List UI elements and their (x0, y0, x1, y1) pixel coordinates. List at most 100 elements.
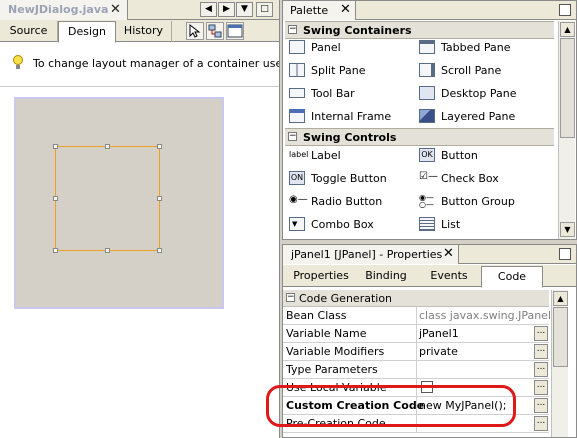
layered-pane-icon (419, 109, 435, 123)
scroll-left-button[interactable]: ◀ (200, 2, 217, 17)
desktop-pane-icon (419, 86, 435, 100)
property-value[interactable]: jPanel1 (419, 327, 459, 340)
resize-handle[interactable] (105, 248, 110, 253)
maximize-icon: □ (260, 4, 269, 14)
tab-events[interactable]: Events (417, 266, 481, 286)
maximize-button[interactable] (559, 248, 571, 260)
category-label: Swing Containers (303, 24, 412, 37)
palette-item-label: Label (311, 149, 341, 162)
property-value: class javax.swing.JPanel (419, 309, 552, 322)
palette-item-label: Radio Button (311, 195, 383, 208)
properties-title: jPanel1 [JPanel] - Properties (291, 248, 443, 261)
selection-mode-button[interactable] (186, 22, 204, 40)
tab-properties[interactable]: Properties (287, 266, 355, 286)
resize-handle[interactable] (53, 248, 58, 253)
palette-item-label: Button (441, 149, 478, 162)
editor-mode-bar: Source Design History (0, 20, 279, 43)
tool-bar-icon (289, 88, 305, 98)
internal-frame-icon (289, 109, 305, 123)
panel-icon (289, 40, 305, 54)
tab-design[interactable]: Design (58, 21, 116, 43)
maximize-button[interactable]: □ (256, 2, 273, 17)
palette-item-label: Button Group (441, 195, 515, 208)
document-tab[interactable]: NewJDialog.java ✕ (0, 0, 128, 20)
document-tab-bar: NewJDialog.java ✕ ◀ ▶ ▼ □ (0, 0, 279, 20)
scrollbar-thumb[interactable] (560, 38, 575, 138)
property-name: Variable Name (286, 327, 367, 340)
resize-handle[interactable] (157, 248, 162, 253)
preview-icon (227, 24, 243, 38)
palette-item-label: Check Box (441, 172, 499, 185)
property-row[interactable]: Variable Name jPanel1 ... (283, 325, 549, 343)
resize-handle[interactable] (157, 196, 162, 201)
ellipsis-button[interactable]: ... (534, 398, 548, 413)
collapse-icon[interactable]: − (288, 25, 297, 34)
tab-source[interactable]: Source (0, 21, 58, 42)
palette-item-label: Internal Frame (311, 110, 392, 123)
combo-box-icon: ▼ (289, 217, 305, 231)
ellipsis-button[interactable]: ... (534, 344, 548, 359)
hint-bar: To change layout manager of a container … (0, 52, 279, 74)
palette-window: Palette ✕ − Swing Containers Panel Tabbe… (282, 0, 577, 240)
lightbulb-icon (13, 55, 23, 69)
property-value[interactable]: private (419, 345, 458, 358)
scrollbar-thumb[interactable] (553, 307, 568, 367)
palette-item-label: Split Pane (311, 64, 366, 77)
palette-item-label: Desktop Pane (441, 87, 517, 100)
tab-binding[interactable]: Binding (357, 266, 415, 286)
form-editor: NewJDialog.java ✕ ◀ ▶ ▼ □ Source Design … (0, 0, 280, 438)
tabbed-pane-icon (419, 40, 435, 54)
resize-handle[interactable] (157, 144, 162, 149)
ellipsis-button[interactable]: ... (534, 362, 548, 377)
properties-scrollbar[interactable]: ▲ (551, 290, 568, 437)
properties-tab[interactable]: jPanel1 [JPanel] - Properties ✕ (283, 245, 459, 264)
palette-scrollbar[interactable]: ▲ ▼ (558, 21, 575, 239)
palette-title: Palette (290, 4, 329, 17)
close-icon[interactable]: ✕ (443, 246, 454, 261)
palette-item-label: List (441, 218, 461, 231)
preview-design-button[interactable] (226, 22, 244, 40)
resize-handle[interactable] (105, 144, 110, 149)
section-code-generation[interactable]: − Code Generation (283, 290, 549, 307)
collapse-icon[interactable]: − (288, 132, 297, 141)
scroll-up-button[interactable]: ▲ (553, 291, 568, 306)
ellipsis-button[interactable]: ... (534, 416, 548, 431)
divider (416, 307, 417, 325)
ellipsis-button[interactable]: ... (534, 380, 548, 395)
ellipsis-button[interactable]: ... (534, 326, 548, 341)
split-pane-icon (289, 63, 305, 77)
resize-handle[interactable] (53, 196, 58, 201)
scroll-down-button[interactable]: ▼ (560, 222, 575, 237)
property-row[interactable]: Type Parameters ... (283, 361, 549, 379)
maximize-button[interactable] (559, 4, 571, 16)
palette-tab[interactable]: Palette ✕ (283, 1, 356, 20)
resize-handle[interactable] (53, 144, 58, 149)
jpanel1-component[interactable] (55, 146, 160, 251)
divider (0, 86, 279, 87)
category-swing-containers[interactable]: − Swing Containers (285, 21, 554, 39)
collapse-icon[interactable]: − (286, 293, 295, 302)
check-box-icon: ☑— (419, 171, 438, 182)
label-icon: label (289, 150, 309, 159)
tab-history[interactable]: History (116, 21, 172, 42)
close-icon[interactable]: ✕ (340, 2, 351, 17)
palette-item-label: Tabbed Pane (441, 41, 511, 54)
scroll-right-button[interactable]: ▶ (218, 2, 235, 17)
properties-tab-bar: Properties Binding Events Code (283, 265, 576, 288)
property-row[interactable]: Variable Modifiers private ... (283, 343, 549, 361)
chevron-down-icon: ▼ (241, 4, 248, 14)
divider (416, 343, 417, 361)
document-list-button[interactable]: ▼ (236, 2, 253, 17)
property-name: Type Parameters (286, 363, 378, 376)
tab-code[interactable]: Code (481, 266, 543, 288)
scroll-up-button[interactable]: ▲ (560, 22, 575, 37)
property-row[interactable]: Bean Class class javax.swing.JPanel (283, 307, 552, 325)
connection-mode-button[interactable] (206, 22, 224, 40)
arrow-right-icon: ▶ (223, 4, 230, 14)
section-label: Code Generation (299, 292, 393, 305)
divider (416, 361, 417, 379)
category-swing-controls[interactable]: − Swing Controls (285, 128, 554, 146)
palette-item-label: Scroll Pane (441, 64, 502, 77)
radio-button-icon: ◉— (289, 194, 308, 205)
close-icon[interactable]: ✕ (110, 3, 121, 16)
